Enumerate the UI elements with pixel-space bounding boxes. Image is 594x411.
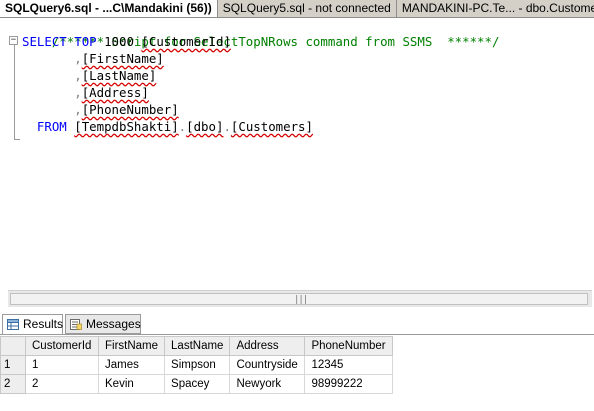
tab-messages-label: Messages — [86, 317, 141, 331]
results-grid[interactable]: CustomerId FirstName LastName Address Ph… — [0, 336, 393, 394]
table-name: [Customers] — [230, 119, 313, 134]
grid-cell[interactable]: 12345 — [304, 355, 393, 375]
database-name: [TempdbShakti] — [74, 119, 179, 134]
column-address: [Address] — [81, 85, 149, 100]
code-line-phonenumber: ,[PhoneNumber] — [74, 102, 179, 117]
grid-cell[interactable]: 1 — [25, 355, 99, 375]
column-header-lastname[interactable]: LastName — [164, 336, 231, 356]
grid-cell[interactable]: Simpson — [164, 355, 231, 375]
schema-name: [dbo] — [186, 119, 224, 134]
column-customerid: [CustomerId] — [141, 34, 231, 49]
code-line-from: FROM [TempdbShakti].[dbo].[Customers] — [36, 119, 313, 134]
tab-results[interactable]: Results — [2, 314, 63, 334]
column-header-customerid[interactable]: CustomerId — [25, 336, 99, 356]
grid-header-row: CustomerId FirstName LastName Address Ph… — [0, 336, 393, 356]
query-editor[interactable]: − /****** Script for SelectTopNRows comm… — [0, 18, 594, 290]
grid-cell[interactable]: Countryside — [229, 355, 306, 375]
grid-cell[interactable]: Spacey — [164, 374, 231, 394]
results-tab-strip: Results Messages — [0, 312, 594, 335]
scrollbar-thumb[interactable]: ||| — [10, 293, 588, 305]
tab-sqlquery5[interactable]: SQLQuery5.sql - not connected — [218, 0, 397, 17]
code-line-select: SELECT TOP 1000 [CustomerId] — [22, 34, 231, 50]
grid-icon — [7, 319, 19, 330]
grid-cell[interactable]: 2 — [25, 374, 99, 394]
grid-cell[interactable]: Kevin — [97, 374, 166, 394]
outline-margin-line — [14, 44, 15, 140]
column-phonenumber: [PhoneNumber] — [81, 102, 179, 117]
messages-icon — [70, 319, 82, 330]
table-row[interactable]: 1 1 James Simpson Countryside 12345 — [0, 355, 393, 375]
grid-cell[interactable]: Newyork — [229, 374, 306, 394]
grid-corner[interactable] — [0, 336, 26, 356]
tab-results-label: Results — [23, 317, 64, 331]
column-lastname: [LastName] — [81, 68, 157, 83]
row-number[interactable]: 1 — [0, 355, 26, 375]
editor-horizontal-scrollbar[interactable]: ||| — [8, 290, 592, 307]
outline-margin-end — [14, 139, 20, 140]
tab-sqlquery6[interactable]: SQLQuery6.sql - ...C\Mandakini (56)) — [0, 0, 218, 17]
code-line-lastname: ,[LastName] — [74, 68, 157, 83]
column-header-phonenumber[interactable]: PhoneNumber — [304, 336, 393, 356]
column-header-address[interactable]: Address — [229, 336, 306, 356]
tab-customers-table[interactable]: MANDAKINI-PC.Te... - dbo.Custome — [397, 0, 594, 17]
code-line-address: ,[Address] — [74, 85, 149, 100]
column-header-firstname[interactable]: FirstName — [97, 336, 166, 356]
top-count: 1000 — [104, 34, 134, 49]
table-row[interactable]: 2 2 Kevin Spacey Newyork 98999222 — [0, 374, 393, 394]
scrollbar-grip-icon: ||| — [294, 295, 308, 305]
row-number[interactable]: 2 — [0, 374, 26, 394]
keyword-top: TOP — [74, 34, 97, 49]
document-tab-strip: SQLQuery6.sql - ...C\Mandakini (56)) SQL… — [0, 0, 594, 18]
column-firstname: [FirstName] — [81, 51, 164, 66]
keyword-from: FROM — [36, 119, 67, 134]
tab-messages[interactable]: Messages — [65, 314, 141, 334]
keyword-select: SELECT — [22, 34, 67, 49]
code-line-firstname: ,[FirstName] — [74, 51, 164, 66]
grid-cell[interactable]: James — [97, 355, 166, 375]
grid-cell[interactable]: 98999222 — [304, 374, 393, 394]
